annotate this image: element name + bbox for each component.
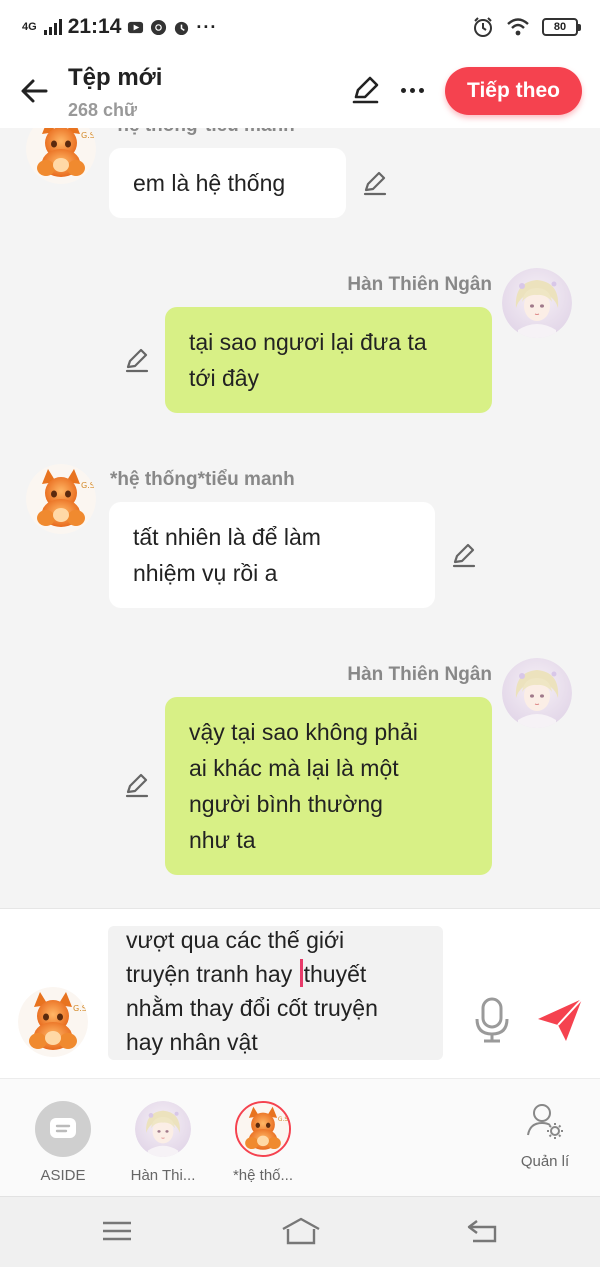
sender-name: Hàn Thiên Ngân <box>347 664 492 685</box>
chrome-icon <box>151 19 167 35</box>
role-han-thien-ngan[interactable]: Hàn Thi... <box>113 1101 213 1184</box>
message-line: tất nhiên là để làm <box>133 524 321 550</box>
message-bubble[interactable]: vậy tại sao không phải ai khác mà lại là… <box>165 697 492 875</box>
input-line: vượt qua các thế giới <box>126 927 345 953</box>
manage-characters-button[interactable]: Quản lí <box>505 1101 585 1170</box>
fox-avatar[interactable] <box>26 128 96 184</box>
send-icon[interactable] <box>536 997 584 1043</box>
manage-user-icon <box>527 1104 563 1139</box>
girl-avatar[interactable] <box>502 658 572 728</box>
message-bubble[interactable]: tại sao ngươi lại đưa ta tới đây <box>165 307 492 413</box>
message-bubble[interactable]: tất nhiên là để làm nhiệm vụ rồi a <box>109 502 435 608</box>
role-he-thong[interactable]: *hệ thố... <box>213 1101 313 1184</box>
youtube-icon <box>128 21 144 33</box>
chat-area[interactable]: *hệ thống*tiểu manh em là hệ thống Hàn T… <box>0 128 600 908</box>
sender-name: *hệ thống*tiểu manh <box>110 469 295 490</box>
message-line: ai khác mà lại là một <box>189 755 399 781</box>
message-line: như ta <box>189 827 256 853</box>
microphone-icon[interactable] <box>472 997 512 1043</box>
text-caret <box>299 959 303 987</box>
message-line: em là hệ thống <box>133 170 286 196</box>
role-label: ASIDE <box>40 1167 86 1184</box>
role-label: Hàn Thi... <box>130 1167 196 1184</box>
system-nav-bar <box>0 1196 600 1267</box>
edit-message-icon[interactable] <box>123 346 151 374</box>
message-composer: vượt qua các thế giới truyện tranh hay t… <box>0 908 600 1078</box>
more-notifications-icon: ··· <box>196 16 218 37</box>
network-indicator: 4G <box>22 21 37 33</box>
message-line: tại sao ngươi lại đưa ta <box>189 329 427 355</box>
home-icon[interactable] <box>280 1215 322 1247</box>
edit-message-icon[interactable] <box>123 771 151 799</box>
word-count: 268 chữ <box>68 100 138 120</box>
aside-icon <box>35 1101 91 1157</box>
next-button[interactable]: Tiếp theo <box>445 67 582 115</box>
page-title: Tệp mới <box>68 64 163 91</box>
fox-avatar <box>237 1103 289 1155</box>
girl-avatar[interactable] <box>502 268 572 338</box>
role-aside[interactable]: ASIDE <box>13 1101 113 1184</box>
back-nav-icon[interactable] <box>465 1215 501 1247</box>
edit-message-icon[interactable] <box>361 169 389 197</box>
alarm-icon <box>175 21 189 35</box>
menu-icon[interactable] <box>99 1215 135 1247</box>
back-arrow-icon[interactable] <box>18 74 52 108</box>
input-line: hay nhân vật <box>126 1029 258 1055</box>
network-type: 4G <box>22 21 37 33</box>
sender-name: *hệ thống*tiểu manh <box>110 128 295 137</box>
wifi-icon <box>507 18 529 36</box>
role-label: *hệ thố... <box>232 1167 294 1184</box>
manage-label: Quản lí <box>520 1153 570 1170</box>
status-bar: 4G 21:14 ··· 80 <box>0 0 600 54</box>
message-line: vậy tại sao không phải <box>189 719 418 745</box>
app-header: Tệp mới 268 chữ Tiếp theo <box>0 54 600 128</box>
fox-avatar[interactable] <box>26 464 96 534</box>
selected-avatar-frame <box>235 1101 291 1157</box>
input-text-after-caret: thuyết <box>303 961 367 987</box>
message-line: người bình thường <box>189 791 383 817</box>
current-speaker-avatar[interactable] <box>18 987 88 1057</box>
girl-avatar <box>135 1101 191 1157</box>
message-line: nhiệm vụ rồi a <box>133 560 278 586</box>
message-input[interactable]: vượt qua các thế giới truyện tranh hay t… <box>108 926 443 1060</box>
battery-level: 80 <box>553 21 567 33</box>
more-options-icon[interactable] <box>396 74 428 106</box>
character-bar: ASIDE Hàn Thi... *hệ thố... Quản lí <box>0 1078 600 1196</box>
status-time: 21:14 <box>67 15 122 38</box>
signal-icon <box>43 19 62 35</box>
sender-name: Hàn Thiên Ngân <box>347 274 492 295</box>
battery-icon: 80 <box>542 18 581 36</box>
message-line: tới đây <box>189 365 260 391</box>
edit-title-icon[interactable] <box>350 74 382 106</box>
message-bubble[interactable]: em là hệ thống <box>109 148 346 218</box>
input-line: nhằm thay đổi cốt truyện <box>126 995 378 1021</box>
alarm-clock-icon <box>474 17 492 37</box>
edit-message-icon[interactable] <box>450 541 478 569</box>
input-text-before-caret: truyện tranh hay <box>126 961 299 987</box>
input-line: truyện tranh hay thuyết <box>126 957 436 991</box>
